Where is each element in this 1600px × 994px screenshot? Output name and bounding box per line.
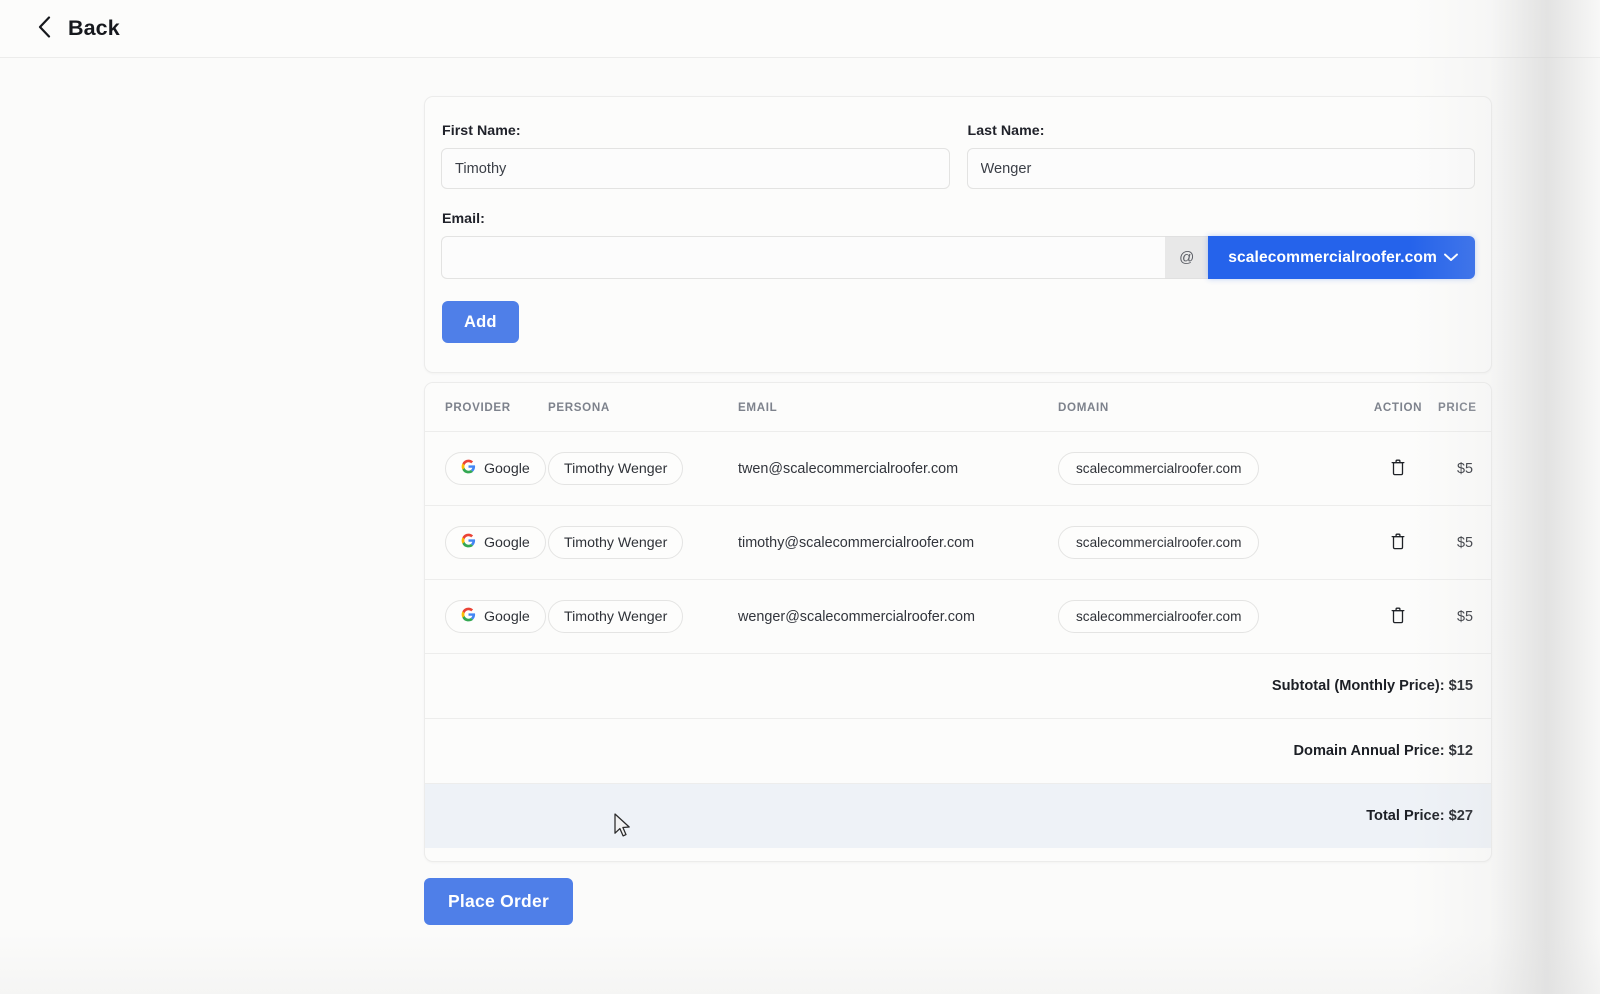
provider-pill: Google	[445, 452, 546, 485]
column-header-provider: PROVIDER	[425, 383, 548, 432]
domain-label: scalecommercialroofer.com	[1076, 609, 1242, 624]
page-content: First Name: Last Name: Email: @ scalecom…	[0, 58, 1600, 994]
first-name-input[interactable]	[441, 148, 950, 189]
cell-provider: Google	[425, 579, 548, 654]
cell-action	[1358, 579, 1438, 654]
cell-price: $5	[1438, 579, 1491, 654]
domain-pill: scalecommercialroofer.com	[1058, 526, 1260, 559]
domain-annual-price-row-label: Domain Annual Price: $12	[425, 718, 1491, 784]
column-header-action: ACTION	[1358, 383, 1438, 432]
trash-icon	[1391, 533, 1405, 553]
delete-row-button[interactable]	[1387, 531, 1409, 552]
persona-label: Timothy Wenger	[564, 460, 668, 477]
provider-label: Google	[484, 608, 530, 625]
email-text: timothy@scalecommercialroofer.com	[738, 534, 975, 551]
back-button[interactable]: Back	[0, 12, 130, 45]
chevron-down-icon	[1444, 253, 1458, 262]
top-bar: Back	[0, 0, 1600, 58]
table-body: Google Timothy Wenger twen@scalecommerci…	[425, 431, 1491, 848]
cell-email: wenger@scalecommercialroofer.com	[738, 579, 1058, 654]
last-name-input[interactable]	[966, 148, 1475, 189]
back-label: Back	[68, 16, 120, 40]
table-row: Google Timothy Wenger twen@scalecommerci…	[425, 431, 1491, 506]
cell-provider: Google	[425, 505, 548, 580]
price-text: $5	[1456, 608, 1473, 625]
domain-select-dropdown[interactable]: scalecommercialroofer.com	[1208, 236, 1475, 279]
subtotal-row-label: Subtotal (Monthly Price): $15	[425, 653, 1491, 719]
google-g-icon	[461, 459, 476, 478]
email-input-group: @ scalecommercialroofer.com	[441, 236, 1475, 279]
total-price-row-label: Total Price: $27	[425, 783, 1491, 848]
mailbox-table: PROVIDER PERSONA EMAIL DOMAIN ACTION PRI…	[425, 383, 1491, 848]
persona-label: Timothy Wenger	[564, 608, 668, 625]
domain-label: scalecommercialroofer.com	[1076, 461, 1242, 476]
email-input[interactable]	[441, 236, 1166, 279]
cell-persona: Timothy Wenger	[548, 579, 738, 654]
first-name-field-group: First Name:	[441, 123, 950, 189]
google-g-icon	[461, 607, 476, 626]
table-header-row: PROVIDER PERSONA EMAIL DOMAIN ACTION PRI…	[425, 383, 1491, 432]
column-header-email: EMAIL	[738, 383, 1058, 432]
provider-label: Google	[484, 534, 530, 551]
domain-pill: scalecommercialroofer.com	[1058, 452, 1260, 485]
cell-persona: Timothy Wenger	[548, 505, 738, 580]
first-name-label: First Name:	[442, 123, 521, 139]
persona-label: Timothy Wenger	[564, 534, 668, 551]
cell-price: $5	[1438, 431, 1491, 506]
mailbox-order-table-card: PROVIDER PERSONA EMAIL DOMAIN ACTION PRI…	[424, 382, 1492, 862]
email-label: Email:	[442, 211, 485, 227]
google-g-icon	[461, 533, 476, 552]
email-text: twen@scalecommercialroofer.com	[738, 460, 959, 477]
trash-icon	[1391, 459, 1405, 479]
column-header-persona: PERSONA	[548, 383, 738, 432]
persona-pill: Timothy Wenger	[548, 452, 684, 485]
cell-domain: scalecommercialroofer.com	[1058, 505, 1358, 580]
cell-domain: scalecommercialroofer.com	[1058, 431, 1358, 506]
email-text: wenger@scalecommercialroofer.com	[738, 608, 975, 625]
add-button[interactable]: Add	[442, 301, 519, 343]
table-head: PROVIDER PERSONA EMAIL DOMAIN ACTION PRI…	[425, 383, 1491, 432]
price-text: $5	[1456, 460, 1473, 477]
cell-provider: Google	[425, 431, 548, 506]
chevron-left-icon	[38, 16, 51, 41]
domain-annual-price-row: Domain Annual Price: $12	[425, 718, 1491, 784]
last-name-label: Last Name:	[967, 123, 1045, 139]
cell-email: twen@scalecommercialroofer.com	[738, 431, 1058, 506]
price-text: $5	[1456, 534, 1473, 551]
cell-email: timothy@scalecommercialroofer.com	[738, 505, 1058, 580]
provider-pill: Google	[445, 526, 546, 559]
cell-price: $5	[1438, 505, 1491, 580]
app-viewport: Back First Name: Last Name: Email:	[0, 0, 1600, 994]
column-header-domain: DOMAIN	[1058, 383, 1358, 432]
table-row: Google Timothy Wenger wenger@scalecommer…	[425, 579, 1491, 654]
column-header-price: PRICE	[1438, 383, 1491, 432]
persona-pill: Timothy Wenger	[548, 600, 684, 633]
cell-persona: Timothy Wenger	[548, 431, 738, 506]
place-order-button[interactable]: Place Order	[424, 878, 573, 925]
domain-pill: scalecommercialroofer.com	[1058, 600, 1260, 633]
at-symbol-addon: @	[1165, 236, 1209, 279]
cell-action	[1358, 431, 1438, 506]
domain-label: scalecommercialroofer.com	[1076, 535, 1242, 550]
add-mailbox-form-card: First Name: Last Name: Email: @ scalecom…	[424, 96, 1492, 373]
trash-icon	[1391, 607, 1405, 627]
domain-select-value: scalecommercialroofer.com	[1228, 248, 1437, 266]
cell-domain: scalecommercialroofer.com	[1058, 579, 1358, 654]
delete-row-button[interactable]	[1387, 457, 1409, 478]
provider-pill: Google	[445, 600, 546, 633]
total-price-row: Total Price: $27	[425, 783, 1491, 848]
cell-action	[1358, 505, 1438, 580]
provider-label: Google	[484, 460, 530, 477]
last-name-field-group: Last Name:	[966, 123, 1475, 189]
email-field-group: Email: @ scalecommercialroofer.com	[441, 211, 1475, 279]
subtotal-row: Subtotal (Monthly Price): $15	[425, 653, 1491, 719]
persona-pill: Timothy Wenger	[548, 526, 684, 559]
name-fields-row: First Name: Last Name:	[441, 123, 1475, 189]
delete-row-button[interactable]	[1387, 605, 1409, 626]
table-row: Google Timothy Wenger timothy@scalecomme…	[425, 505, 1491, 580]
